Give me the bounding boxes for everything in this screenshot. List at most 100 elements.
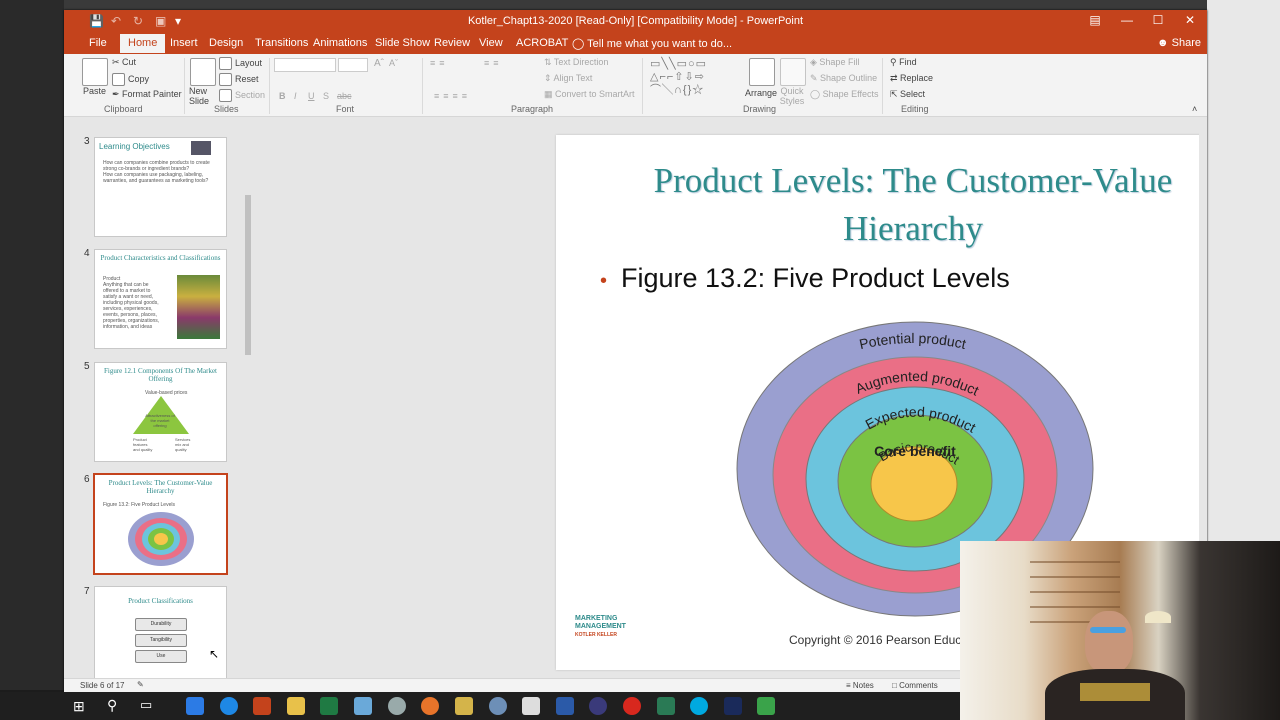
slide-thumbnail-7[interactable]: Product Classifications Durability Tangi…	[94, 586, 227, 678]
strikethrough-button[interactable]: abc	[337, 91, 352, 101]
replace-icon: ⇄	[890, 73, 901, 83]
replace-button[interactable]: ⇄ Replace	[890, 73, 933, 84]
tab-slide-show[interactable]: Slide Show	[375, 37, 430, 49]
excel-icon[interactable]	[320, 697, 338, 715]
cut-button[interactable]: ✂ Cut	[112, 57, 136, 68]
thumb-number: 6	[84, 474, 90, 485]
shrink-font-icon[interactable]: Aˇ	[389, 58, 398, 68]
align-icons[interactable]: ≡≡≡≡	[434, 91, 471, 101]
lamp	[1145, 611, 1171, 623]
paste-icon[interactable]	[82, 58, 108, 86]
calculator-icon[interactable]	[522, 697, 540, 715]
italic-button[interactable]: I	[294, 91, 297, 101]
skype-icon[interactable]	[690, 697, 708, 715]
copy-button[interactable]: Copy	[112, 73, 149, 86]
app-icon[interactable]	[354, 697, 372, 715]
tab-view[interactable]: View	[479, 37, 503, 49]
slide-bullet[interactable]: • Figure 13.2: Five Product Levels	[600, 263, 1010, 294]
close-button[interactable]: ✕	[1175, 13, 1205, 27]
arrange-button[interactable]: Arrange	[745, 88, 777, 98]
tab-acrobat[interactable]: ACROBAT	[516, 37, 568, 49]
bold-button[interactable]: B	[279, 91, 286, 101]
tab-animations[interactable]: Animations	[313, 37, 367, 49]
layout-button[interactable]: Layout	[219, 57, 262, 70]
tab-file[interactable]: File	[89, 37, 107, 49]
word-icon[interactable]	[556, 697, 574, 715]
slide-thumbnail-6-selected[interactable]: Product Levels: The Customer-Value Hiera…	[93, 473, 228, 575]
grow-font-icon[interactable]: Aˆ	[374, 58, 384, 69]
tab-design[interactable]: Design	[209, 37, 243, 49]
shape-fill-button[interactable]: ◈ Shape Fill	[810, 57, 859, 68]
spellcheck-icon[interactable]: ✎	[137, 680, 144, 689]
format-painter-button[interactable]: ✒ Format Painter	[112, 89, 182, 100]
select-label: Select	[900, 89, 926, 99]
ribbon-display-options-icon[interactable]: ▤	[1080, 13, 1110, 27]
thumb-title: Product Levels: The Customer-Value Hiera…	[108, 479, 213, 495]
notes-button[interactable]: ≡ Notes	[846, 681, 874, 690]
app-icon[interactable]	[757, 697, 775, 715]
store-icon[interactable]	[186, 697, 204, 715]
edge-icon[interactable]	[220, 697, 238, 715]
opera-icon[interactable]	[623, 697, 641, 715]
app-icon[interactable]	[388, 697, 406, 715]
tell-me-text: Tell me what you want to do...	[587, 38, 733, 50]
text-direction-button[interactable]: ⇅ Text Direction	[544, 57, 608, 68]
powerpoint-icon[interactable]	[253, 697, 271, 715]
section-button[interactable]: Section	[219, 89, 265, 102]
share-button[interactable]: ☻ Share	[1157, 37, 1201, 49]
select-button[interactable]: ⇱ Select	[890, 89, 925, 100]
quick-styles-icon[interactable]	[780, 58, 806, 86]
new-slide-button[interactable]: New Slide	[189, 86, 219, 106]
find-button[interactable]: ⚲ Find	[890, 57, 917, 68]
maximize-button[interactable]: ☐	[1143, 13, 1173, 27]
shape-effects-button[interactable]: ◯ Shape Effects	[810, 89, 878, 100]
app-icon[interactable]	[455, 697, 473, 715]
slide-title[interactable]: Product Levels: The Customer-Value Hiera…	[586, 157, 1207, 253]
reset-button[interactable]: Reset	[219, 73, 259, 86]
underline-button[interactable]: U	[308, 91, 315, 101]
shape-outline-button[interactable]: ✎ Shape Outline	[810, 73, 877, 84]
tab-transitions[interactable]: Transitions	[255, 37, 308, 49]
new-slide-icon[interactable]	[190, 58, 216, 86]
align-text-button[interactable]: ⇕ Align Text	[544, 73, 592, 84]
group-clipboard-label: Clipboard	[104, 104, 143, 114]
tell-me-box[interactable]: ◯ Tell me what you want to do...	[572, 37, 732, 50]
collapse-ribbon-icon[interactable]: ˄	[1192, 104, 1197, 114]
slide-thumbnail-4[interactable]: Product Characteristics and Classificati…	[94, 249, 227, 349]
comment-icon: □	[892, 681, 900, 690]
file-explorer-icon[interactable]	[287, 697, 305, 715]
thumb-photo	[177, 275, 220, 339]
arrange-icon[interactable]	[749, 58, 775, 86]
thumbnail-scroll-thumb[interactable]	[245, 195, 251, 355]
globe-icon[interactable]	[489, 697, 507, 715]
firefox-icon[interactable]	[421, 697, 439, 715]
shadow-button[interactable]: S	[323, 91, 329, 101]
shirt-print	[1080, 683, 1150, 701]
slide-thumbnail-5[interactable]: Figure 12.1 Components Of The Market Off…	[94, 362, 227, 462]
minimize-button[interactable]: —	[1112, 13, 1142, 27]
bullets-icon[interactable]: ≡≡	[430, 58, 449, 68]
shape-outline-label: Shape Outline	[820, 73, 878, 83]
paste-button[interactable]: Paste	[83, 86, 106, 96]
tab-home[interactable]: Home	[120, 34, 166, 53]
app-icon[interactable]	[589, 697, 607, 715]
indent-icon[interactable]: ≡≡	[484, 58, 503, 68]
tab-review[interactable]: Review	[434, 37, 470, 49]
window-blind	[1030, 591, 1120, 593]
windows-start-icon[interactable]: ⊞	[73, 698, 85, 715]
thumb-box: Use	[135, 650, 187, 663]
convert-smartart-button[interactable]: ▦ Convert to SmartArt	[544, 89, 635, 100]
slide-counter[interactable]: Slide 6 of 17	[80, 681, 124, 690]
quick-styles-button[interactable]: Quick Styles	[778, 86, 806, 106]
task-view-icon[interactable]: ▭	[140, 697, 152, 713]
font-size-box[interactable]	[338, 58, 368, 72]
slide-thumbnail-3[interactable]: Learning Objectives How can companies co…	[94, 137, 227, 237]
window-blind	[1030, 606, 1120, 608]
shapes-gallery[interactable]: ▭╲╲▭○▭ △⌐⌐⇧⇩⇨ ⌒╲∩{}☆	[650, 58, 738, 98]
app-icon[interactable]	[657, 697, 675, 715]
font-name-box[interactable]	[274, 58, 336, 72]
tab-insert[interactable]: Insert	[170, 37, 198, 49]
comments-button[interactable]: □ Comments	[892, 681, 938, 690]
photoshop-icon[interactable]	[724, 697, 742, 715]
search-icon[interactable]: ⚲	[107, 697, 117, 714]
